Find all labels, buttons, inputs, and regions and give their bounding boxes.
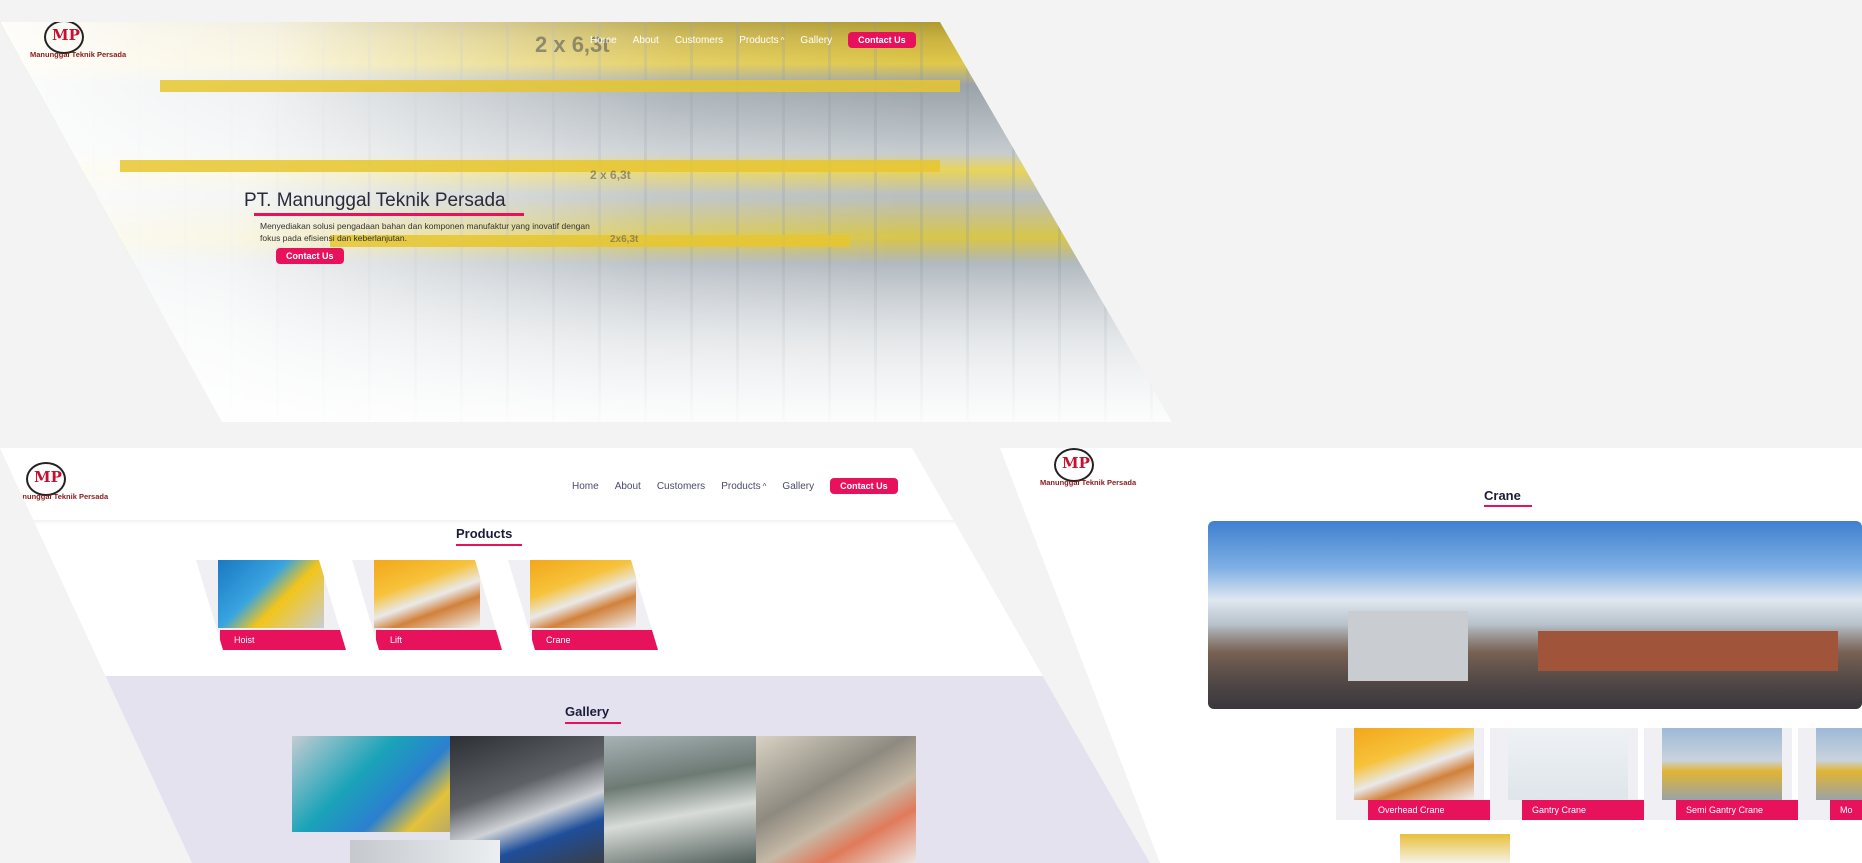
nav-customers[interactable]: Customers xyxy=(657,481,705,492)
nav-home[interactable]: Home xyxy=(572,481,599,492)
nav-about[interactable]: About xyxy=(633,35,659,46)
photo-label: 2x6,3t xyxy=(610,234,639,245)
title-underline xyxy=(1484,505,1532,507)
gallery-image[interactable] xyxy=(604,736,764,863)
products-page-screenshot: MP Manunggal Teknik Persada Home About C… xyxy=(0,448,1150,863)
main-nav: Home About Customers Products ^ Gallery C… xyxy=(572,478,898,494)
nav-customers[interactable]: Customers xyxy=(675,35,723,46)
brand-logo[interactable]: MP Manunggal Teknik Persada xyxy=(1040,448,1136,488)
crane-beam xyxy=(160,80,960,92)
crane-card-gantry[interactable]: Gantry Crane xyxy=(1490,728,1672,820)
contact-us-button[interactable]: Contact Us xyxy=(830,478,898,494)
overhead-crane-image xyxy=(1354,728,1474,800)
product-label: Hoist xyxy=(220,630,346,650)
product-card-crane[interactable]: Crane xyxy=(508,560,658,650)
logo-text: Manunggal Teknik Persada xyxy=(1040,478,1137,487)
product-card-hoist[interactable]: Hoist xyxy=(196,560,346,650)
logo-text: Manunggal Teknik Persada xyxy=(30,50,127,59)
crane-image xyxy=(530,560,636,628)
chevron-up-icon: ^ xyxy=(762,481,767,491)
product-card-lift[interactable]: Lift xyxy=(352,560,502,650)
crane-card-partial[interactable]: Mo xyxy=(1798,728,1862,820)
product-label: Lift xyxy=(376,630,502,650)
crane-image-partial xyxy=(1400,834,1510,863)
crane-beam xyxy=(120,160,940,172)
logo-text: Manunggal Teknik Persada xyxy=(12,492,109,501)
gallery-title: Gallery xyxy=(565,704,610,719)
contact-us-button[interactable]: Contact Us xyxy=(848,32,916,48)
nav-products-label: Products xyxy=(739,34,779,46)
gantry-crane-image xyxy=(1508,728,1628,800)
logo-mark: MP xyxy=(34,468,62,486)
title-underline xyxy=(254,213,524,216)
gallery-image[interactable] xyxy=(350,840,500,863)
brand-logo[interactable]: MP Manunggal Teknik Persada xyxy=(30,22,126,60)
nav-gallery[interactable]: Gallery xyxy=(800,35,832,46)
hero-background-photo xyxy=(0,22,1172,422)
crane-card-overhead[interactable]: Overhead Crane xyxy=(1336,728,1518,820)
main-nav: Home About Customers Products ^ Gallery C… xyxy=(590,32,916,48)
site-header: MP Manunggal Teknik Persada Home About C… xyxy=(0,448,1150,520)
nav-products[interactable]: Products ^ xyxy=(739,35,784,46)
logo-mark: MP xyxy=(52,26,80,44)
photo-label: 2 x 6,3t xyxy=(590,168,631,182)
products-title: Products xyxy=(456,526,513,541)
nav-gallery[interactable]: Gallery xyxy=(782,481,814,492)
semi-gantry-crane-image xyxy=(1662,728,1782,800)
hero-contact-button[interactable]: Contact Us xyxy=(276,248,344,264)
truck-bed-shape xyxy=(1538,631,1838,671)
chevron-up-icon: ^ xyxy=(780,35,785,45)
crane-page-screenshot: MP Manunggal Teknik Persada Crane Overhe… xyxy=(1000,448,1862,863)
crane-hero-photo xyxy=(1208,521,1862,709)
hero-description: Menyediakan solusi pengadaan bahan dan k… xyxy=(260,221,590,243)
logo-mark: MP xyxy=(1062,454,1090,472)
crane-card-semi-gantry[interactable]: Semi Gantry Crane xyxy=(1644,728,1826,820)
crane-title: Crane xyxy=(1484,488,1521,503)
product-label: Crane xyxy=(532,630,658,650)
nav-products-label: Products xyxy=(721,480,761,492)
nav-products[interactable]: Products ^ xyxy=(721,481,766,492)
hero-page-screenshot: 2 x 6,3t 2 x 6,3t 2x6,3t MP Manunggal Te… xyxy=(0,22,1172,422)
title-underline xyxy=(565,722,621,724)
hero-title: PT. Manunggal Teknik Persada xyxy=(244,190,506,211)
crane-card-label: Mo xyxy=(1830,800,1862,820)
nav-about[interactable]: About xyxy=(615,481,641,492)
gallery-image[interactable] xyxy=(756,736,916,863)
hoist-image xyxy=(218,560,324,628)
title-underline xyxy=(456,544,522,546)
truck-shape xyxy=(1348,611,1468,681)
crane-image xyxy=(1816,728,1862,800)
nav-home[interactable]: Home xyxy=(590,35,617,46)
lift-image xyxy=(374,560,480,628)
brand-logo[interactable]: MP Manunggal Teknik Persada xyxy=(12,462,108,502)
